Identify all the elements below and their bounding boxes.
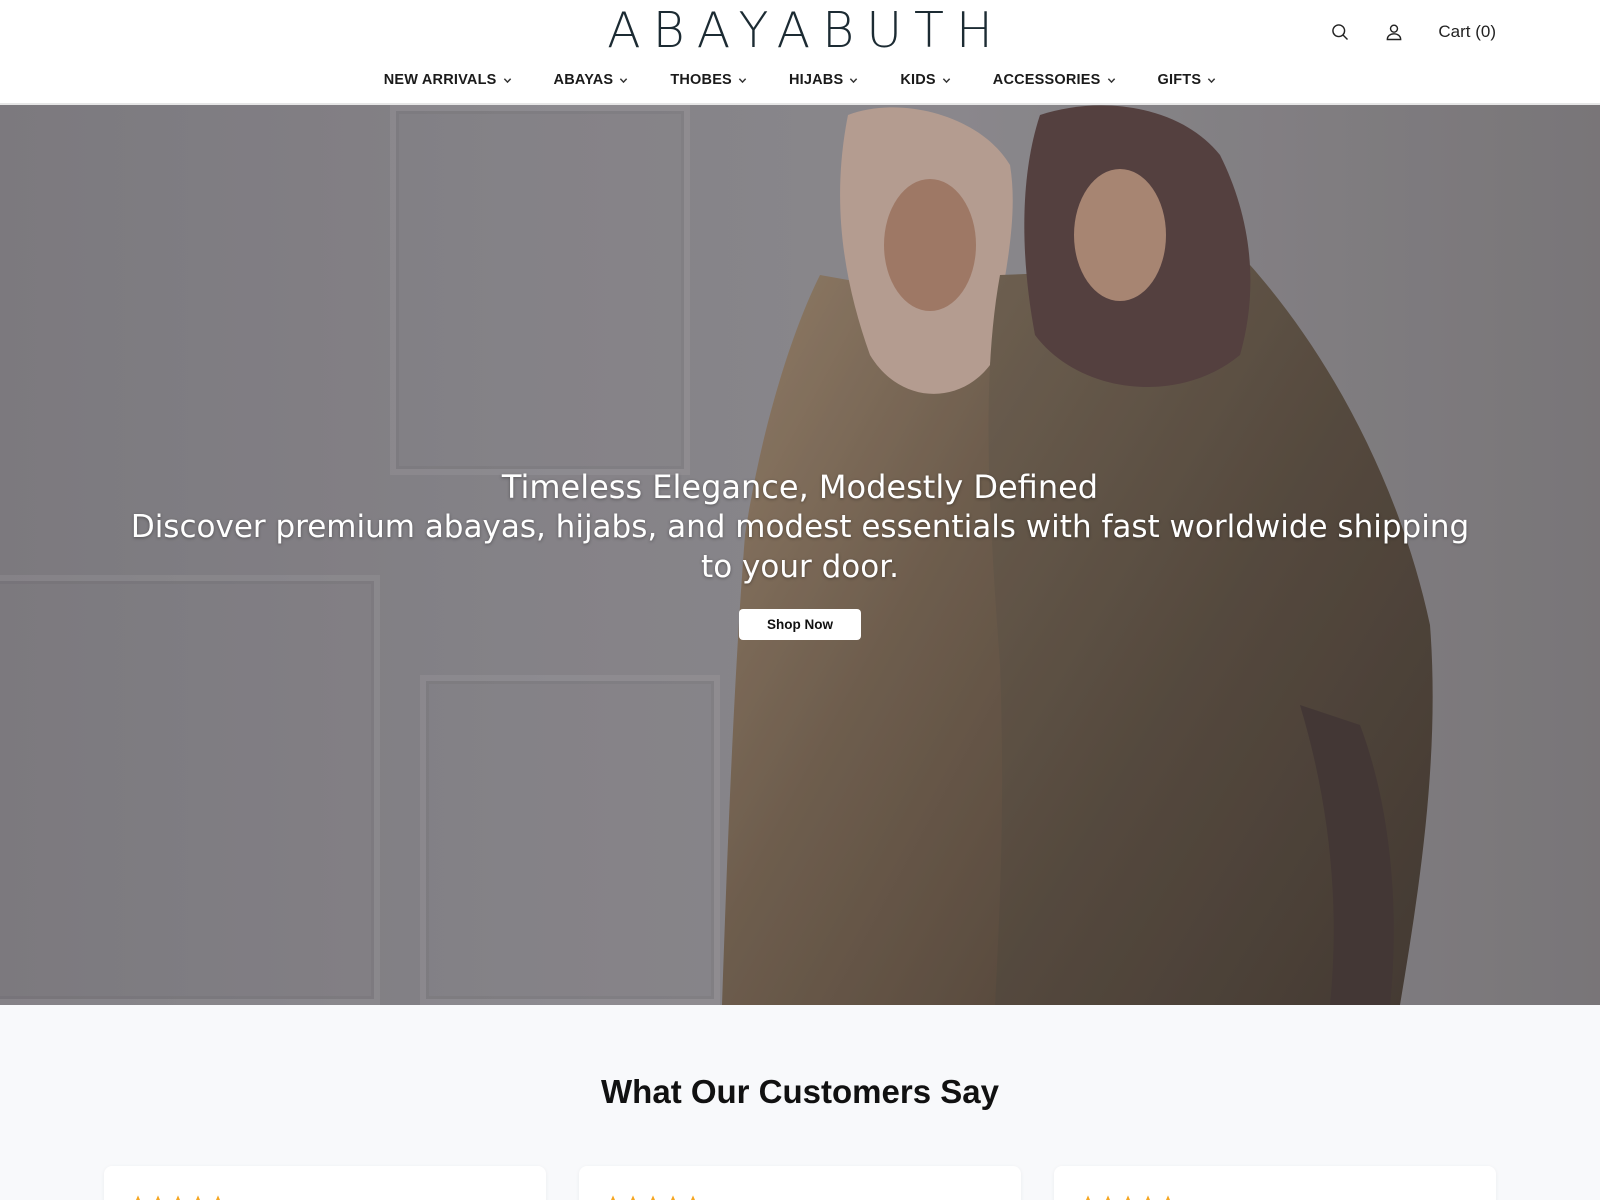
nav-item-kids[interactable]: KIDS — [879, 72, 971, 88]
star-icon — [130, 1194, 146, 1200]
hero-subtitle: Discover premium abayas, hijabs, and mod… — [130, 509, 1470, 585]
customer-reviews-section: What Our Customers Say — [0, 1005, 1600, 1200]
star-icon — [625, 1194, 641, 1200]
nav-item-label[interactable]: GIFTS — [1158, 72, 1202, 88]
chevron-down-icon — [1107, 76, 1116, 85]
nav-item-label[interactable]: THOBES — [670, 72, 732, 88]
shop-now-button[interactable]: Shop Now — [739, 609, 861, 640]
hero-banner: Timeless Elegance, Modestly Defined Disc… — [0, 105, 1600, 1005]
star-icon — [190, 1194, 206, 1200]
star-icon — [1160, 1194, 1176, 1200]
user-icon[interactable] — [1382, 20, 1406, 44]
star-icon — [1100, 1194, 1116, 1200]
reviews-title: What Our Customers Say — [601, 1073, 999, 1110]
hero-content: Timeless Elegance, Modestly Defined Disc… — [0, 467, 1600, 640]
star-icon — [1140, 1194, 1156, 1200]
header-actions: Cart (0) — [1328, 18, 1496, 46]
nav-item-accessories[interactable]: ACCESSORIES — [972, 72, 1137, 88]
nav-item-label[interactable]: KIDS — [900, 72, 935, 88]
star-rating — [130, 1194, 520, 1200]
search-icon[interactable] — [1328, 20, 1352, 44]
nav-item-label[interactable]: ACCESSORIES — [993, 72, 1101, 88]
hero-title: Timeless Elegance, Modestly Defined — [501, 468, 1099, 506]
review-card — [579, 1166, 1021, 1200]
star-icon — [685, 1194, 701, 1200]
star-rating — [605, 1194, 995, 1200]
nav-item-label[interactable]: ABAYAS — [554, 72, 614, 88]
nav-item-label[interactable]: NEW ARRIVALS — [384, 72, 497, 88]
star-icon — [170, 1194, 186, 1200]
star-rating — [1080, 1194, 1470, 1200]
nav-item-gifts[interactable]: GIFTS — [1137, 72, 1238, 88]
star-icon — [150, 1194, 166, 1200]
nav-item-new-arrivals[interactable]: NEW ARRIVALS — [363, 72, 533, 88]
cart-label[interactable]: Cart (0) — [1438, 22, 1496, 41]
review-card — [1054, 1166, 1496, 1200]
cart-link[interactable]: Cart (0) — [1438, 22, 1496, 42]
star-icon — [665, 1194, 681, 1200]
chevron-down-icon — [849, 76, 858, 85]
nav-item-abayas[interactable]: ABAYAS — [533, 72, 650, 88]
nav-item-thobes[interactable]: THOBES — [649, 72, 768, 88]
chevron-down-icon — [942, 76, 951, 85]
chevron-down-icon — [503, 76, 512, 85]
star-icon — [645, 1194, 661, 1200]
chevron-down-icon — [619, 76, 628, 85]
nav-item-hijabs[interactable]: HIJABS — [768, 72, 879, 88]
star-icon — [605, 1194, 621, 1200]
logo-text[interactable]: ABAYABUTH — [595, 6, 1005, 55]
star-icon — [210, 1194, 226, 1200]
star-icon — [1120, 1194, 1136, 1200]
main-nav: NEW ARRIVALS ABAYAS THOBES HIJABS KIDS A… — [0, 72, 1600, 88]
nav-item-label[interactable]: HIJABS — [789, 72, 843, 88]
chevron-down-icon — [738, 76, 747, 85]
review-card — [104, 1166, 546, 1200]
site-header: ABAYABUTH Cart (0) NEW ARRIVALS ABAYAS T… — [0, 0, 1600, 105]
chevron-down-icon — [1207, 76, 1216, 85]
star-icon — [1080, 1194, 1096, 1200]
